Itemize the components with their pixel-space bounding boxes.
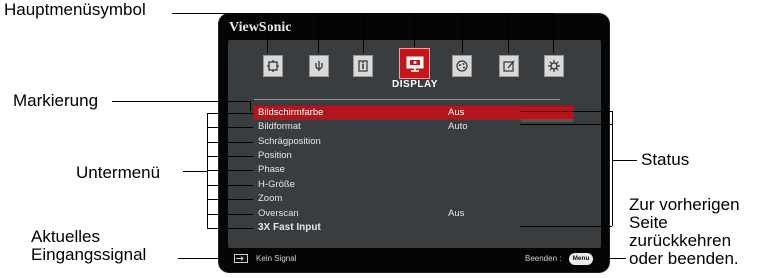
row-label: Bildschirmfarbe: [258, 107, 324, 118]
menu-row-position[interactable]: Position: [254, 149, 574, 163]
menu-row-bildformat[interactable]: Bildformat Auto: [254, 120, 574, 134]
callout-return-line2: Seite: [629, 213, 668, 232]
leader-line: [207, 185, 253, 186]
leader-line: [267, 13, 553, 14]
brand-logo: ViewSonic: [229, 20, 292, 35]
signal-status: Kein Signal: [256, 254, 297, 263]
callout-return-line4: oder beenden.: [629, 249, 739, 268]
menu-row-zoom[interactable]: Zoom: [254, 192, 574, 206]
display-icon[interactable]: [399, 48, 430, 79]
leader-line: [267, 13, 268, 53]
leader-line: [598, 258, 626, 259]
leader-line: [363, 13, 364, 53]
leader-line: [183, 171, 207, 172]
leader-line: [414, 13, 415, 47]
input-signal-icon: [234, 254, 248, 263]
leader-line: [207, 142, 253, 143]
menu-row-phase[interactable]: Phase: [254, 163, 574, 177]
callout-status: Status: [641, 150, 690, 169]
row-label: Phase: [258, 164, 285, 175]
leader-line: [207, 113, 253, 114]
osd-bottom-bar: Kein Signal Beenden : Menu: [228, 250, 601, 268]
leader-line: [207, 156, 253, 157]
menu-key-button[interactable]: Menu: [569, 253, 593, 265]
callout-signal-line1: Aktuelles: [31, 227, 100, 246]
row-label: Zoom: [258, 193, 283, 204]
menu-row-overscan[interactable]: Overscan Aus: [254, 207, 574, 221]
callout-highlight: Markierung: [13, 91, 99, 110]
menu-row-bildschirmfarbe[interactable]: Bildschirmfarbe Aus: [254, 106, 574, 120]
leader-line: [318, 13, 319, 53]
callout-submenu: Untermenü: [76, 163, 161, 182]
leader-line: [207, 214, 253, 215]
row-label: 3X Fast Input: [258, 222, 321, 233]
callout-return-line3: zurückkehren: [629, 231, 732, 250]
leader-line: [207, 228, 253, 229]
row-label: Schrägposition: [258, 136, 321, 147]
leader-line: [178, 258, 230, 259]
row-label: Overscan: [258, 208, 299, 219]
advanced-icon[interactable]: [499, 55, 519, 77]
callout-return-line1: Zur vorherigen: [629, 195, 740, 214]
leader-line: [207, 199, 253, 200]
leader-line: [553, 13, 554, 53]
leader-line: [520, 111, 612, 112]
info-icon[interactable]: [353, 55, 373, 77]
system-icon[interactable]: [544, 55, 564, 77]
menu-title: DISPLAY: [392, 79, 438, 90]
picture-settings-icon[interactable]: [263, 55, 283, 77]
color-icon[interactable]: [452, 55, 472, 77]
row-value: Aus: [448, 107, 465, 118]
leader-line: [462, 13, 463, 53]
leader-line: [172, 13, 267, 14]
callout-main-menu-icon: Hauptmenüsymbol: [4, 0, 146, 19]
leader-line: [612, 160, 637, 161]
menu-divider: [254, 99, 560, 100]
leader-line: [612, 111, 613, 226]
menu-row-3x-fast-input[interactable]: 3X Fast Input: [254, 221, 574, 235]
leader-line: [250, 101, 251, 111]
status-separator: [521, 119, 573, 122]
menu-row-h-groesse[interactable]: H-Größe: [254, 178, 574, 192]
leader-line: [520, 124, 612, 125]
row-label: H-Größe: [258, 179, 295, 190]
row-label: Bildformat: [258, 121, 301, 132]
menu-row-schraegposition[interactable]: Schrägposition: [254, 135, 574, 149]
leader-line: [508, 13, 509, 53]
power-settings-icon[interactable]: [309, 55, 329, 77]
leader-line: [207, 170, 253, 171]
row-value: Auto: [448, 121, 468, 132]
row-label: Position: [258, 150, 292, 161]
row-value: Aus: [448, 208, 465, 219]
callout-signal-line2: Eingangssignal: [31, 245, 147, 264]
leader-line: [520, 226, 612, 227]
leader-line: [207, 127, 253, 128]
leader-line: [112, 101, 250, 102]
exit-label: Beenden :: [525, 254, 562, 263]
